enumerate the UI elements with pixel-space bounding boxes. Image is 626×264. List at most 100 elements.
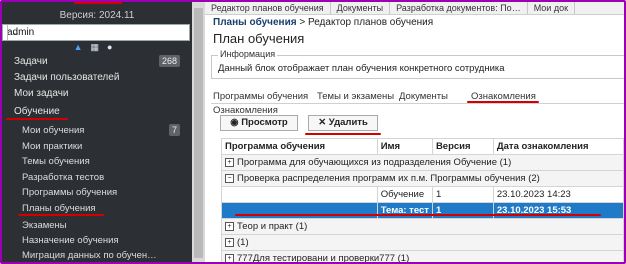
column-header[interactable]: Имя <box>376 138 433 155</box>
group-label: Теор и практ (1) <box>237 221 308 232</box>
table-group-row[interactable]: + (1) <box>221 234 624 251</box>
expand-icon[interactable]: + <box>225 237 234 247</box>
tab-document-development[interactable]: Разработка документов: По… <box>390 2 528 14</box>
tab-my-documents[interactable]: Мои док <box>528 2 576 14</box>
sidebar-subitem-test-development[interactable]: Разработка тестов <box>22 172 104 183</box>
eye-icon: ◉ <box>230 117 242 128</box>
tab-documents[interactable]: Документы <box>331 2 391 14</box>
group-label: Программа для обучающихся из подразделен… <box>237 157 512 168</box>
group-label: Проверка распределения программ их п.м. … <box>237 173 540 184</box>
table-cell <box>221 202 378 219</box>
main-panel: Редактор планов обучения Документы Разрабо… <box>205 2 624 262</box>
highlight-underline <box>467 101 539 103</box>
sidebar-subitem-label: Назначение обучения <box>22 235 119 246</box>
my-trainings-count-badge: 7 <box>168 124 180 136</box>
table-row-selected[interactable]: Тема: тест 1 23.10.2023 15:53 <box>221 202 624 219</box>
highlight-underline <box>235 214 601 216</box>
sidebar-subitem-exams[interactable]: Экзамены <box>22 220 67 231</box>
expand-icon[interactable]: + <box>225 221 234 231</box>
version-label: Версия: 2024.11 <box>59 10 135 21</box>
highlight-underline <box>6 118 68 120</box>
sidebar-subitem-training-topics[interactable]: Темы обучения <box>22 156 90 167</box>
sidebar-subitem-label: Разработка тестов <box>22 172 105 183</box>
user-icon[interactable]: ● <box>107 42 120 52</box>
column-header[interactable]: Дата ознакомления <box>492 138 624 155</box>
delete-button-label: Удалить <box>328 117 368 128</box>
breadcrumb-separator: > <box>296 17 308 28</box>
table-cell: 23.10.2023 15:53 <box>492 202 624 219</box>
sidebar-subitem-data-migration[interactable]: Миграция данных по обучен… <box>22 250 157 261</box>
sidebar-item-label: Мои задачи <box>14 88 69 99</box>
table-group-row[interactable]: +777Для тестировани и проверки777 (1) <box>221 250 624 264</box>
view-button[interactable]: ◉ Просмотр <box>220 115 298 131</box>
breadcrumb-link[interactable]: Планы обучения <box>213 17 297 28</box>
tab-bar: Редактор планов обучения Документы Разрабо… <box>205 2 624 15</box>
sidebar-subitem-label: Планы обучения <box>22 203 96 214</box>
column-header[interactable]: Программа обучения <box>221 138 378 155</box>
column-header[interactable]: Версия <box>431 138 494 155</box>
sidebar-item-training[interactable]: Обучение <box>14 106 60 117</box>
sidebar-subitem-label: Программы обучения <box>22 187 118 198</box>
expand-icon[interactable]: + <box>225 157 234 167</box>
sidebar-subitem-my-trainings[interactable]: Мои обучения <box>22 125 84 136</box>
sidebar-toolbar: ▲▦● <box>2 42 192 53</box>
group-label: 777Для тестировани и проверки777 (1) <box>237 253 410 264</box>
subtab-programs[interactable]: Программы обучения <box>213 91 308 102</box>
delete-button[interactable]: ✕ Удалить <box>308 115 378 131</box>
table-cell: Тема: тест <box>376 202 433 219</box>
breadcrumb-current: Редактор планов обучения <box>307 17 434 28</box>
table-cell: 1 <box>431 186 494 203</box>
sidebar-subitem-label: Миграция данных по обучен… <box>22 250 157 261</box>
breadcrumb: Планы обучения > Редактор планов обучени… <box>213 17 433 28</box>
warning-icon[interactable]: ▲ <box>74 42 91 52</box>
subtab-documents[interactable]: Документы <box>399 91 448 102</box>
sidebar-subitem-training-assignment[interactable]: Назначение обучения <box>22 235 119 246</box>
sidebar-subitem-my-practices[interactable]: Мои практики <box>22 141 82 152</box>
table-cell: 1 <box>431 202 494 219</box>
page-title: План обучения <box>213 31 305 46</box>
table-cell: Обучение <box>376 186 433 203</box>
chevron-down-icon[interactable]: ⌄ <box>7 25 24 40</box>
sidebar-item-user-tasks[interactable]: Задачи пользователей <box>14 72 119 83</box>
acknowledgements-table: Программа обучения Имя Версия Дата ознак… <box>221 138 624 264</box>
view-button-label: Просмотр <box>241 117 288 128</box>
table-group-row[interactable]: + Теор и практ (1) <box>221 218 624 235</box>
expand-icon[interactable]: + <box>225 253 234 262</box>
table-cell <box>221 186 378 203</box>
highlight-underline <box>305 133 381 135</box>
sidebar-item-label: Задачи пользователей <box>14 72 120 83</box>
table-row[interactable]: Обучение 1 23.10.2023 14:23 <box>221 186 624 203</box>
sidebar-subitem-label: Темы обучения <box>22 156 90 167</box>
sidebar-scrollbar[interactable] <box>192 2 205 262</box>
scrollbar-thumb[interactable] <box>194 8 203 258</box>
sidebar-subitem-training-plans[interactable]: Планы обучения <box>22 203 96 214</box>
sidebar-subitem-label: Мои практики <box>22 141 83 152</box>
info-text: Данный блок отображает план обучения кон… <box>218 63 505 74</box>
sidebar-item-label: Обучение <box>14 106 60 117</box>
grid-icon[interactable]: ▦ <box>90 42 107 52</box>
group-label: (1) <box>237 237 249 248</box>
table-header: Программа обучения Имя Версия Дата ознак… <box>221 138 624 155</box>
divider <box>211 103 624 104</box>
highlight-underline <box>74 2 122 4</box>
subtab-topics-exams[interactable]: Темы и экзамены <box>317 91 394 102</box>
highlight-underline <box>18 214 104 216</box>
sidebar-subitem-label: Экзамены <box>22 220 67 231</box>
info-block: Информация Данный блок отображает план о… <box>211 49 624 79</box>
sidebar-item-my-tasks[interactable]: Мои задачи <box>14 88 69 99</box>
screenshot-frame: Версия: 2024.11 admin ⌄ ▲▦● Задачи 268 З… <box>0 0 626 264</box>
sidebar-subitem-label: Мои обучения <box>22 125 85 136</box>
tasks-count-badge: 268 <box>158 55 180 67</box>
sidebar-subitem-training-programs[interactable]: Программы обучения <box>22 187 117 198</box>
info-legend: Информация <box>218 49 278 59</box>
sidebar: Версия: 2024.11 admin ⌄ ▲▦● Задачи 268 З… <box>2 2 192 262</box>
table-group-row[interactable]: + Программа для обучающихся из подразделе… <box>221 154 624 171</box>
table-group-row[interactable]: − Проверка распределения программ их п.м.… <box>221 170 624 187</box>
tab-plan-editor[interactable]: Редактор планов обучения <box>205 2 331 14</box>
sidebar-item-label: Задачи <box>14 56 48 67</box>
collapse-icon[interactable]: − <box>225 173 234 183</box>
sidebar-item-tasks[interactable]: Задачи <box>14 56 48 67</box>
close-icon: ✕ <box>318 117 329 128</box>
table-cell: 23.10.2023 14:23 <box>492 186 624 203</box>
user-select[interactable]: admin ⌄ <box>2 24 190 41</box>
